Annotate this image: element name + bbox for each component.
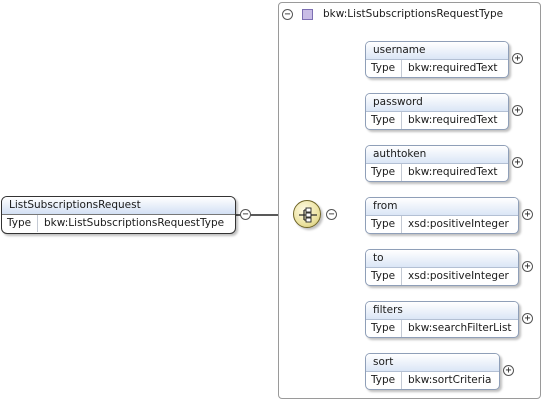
element-type-row: Type bkw:requiredText — [366, 164, 508, 181]
sequence-collapse-toggle[interactable]: − — [326, 209, 337, 220]
element-type-label: Type — [366, 60, 402, 77]
element-type-label: Type — [366, 320, 402, 337]
element-type-value: bkw:searchFilterList — [408, 322, 512, 334]
element-name: sort — [366, 354, 499, 372]
expand-filters-toggle[interactable]: + — [522, 313, 533, 324]
element-name: username — [366, 42, 508, 60]
sequence-glyph-icon — [299, 207, 317, 223]
expand-from-toggle[interactable]: + — [522, 209, 533, 220]
complex-type-title: bkw:ListSubscriptionsRequestType — [323, 8, 504, 20]
element-username[interactable]: username Type bkw:requiredText — [365, 41, 509, 78]
root-element-box[interactable]: ListSubscriptionsRequest Type bkw:ListSu… — [1, 196, 236, 234]
expand-username-toggle[interactable]: + — [512, 53, 523, 64]
element-type-value: xsd:positiveInteger — [408, 270, 509, 282]
element-name: filters — [366, 302, 518, 320]
root-type-label: Type — [2, 215, 38, 232]
expand-authtoken-toggle[interactable]: + — [512, 157, 523, 168]
element-type-value: bkw:requiredText — [408, 166, 498, 178]
element-type-row: Type bkw:sortCriteria — [366, 372, 499, 389]
element-name: to — [366, 250, 518, 268]
expand-password-toggle[interactable]: + — [512, 105, 523, 116]
element-type-label: Type — [366, 164, 402, 181]
element-password[interactable]: password Type bkw:requiredText — [365, 93, 509, 130]
element-type-row: Type xsd:positiveInteger — [366, 268, 518, 285]
element-filters[interactable]: filters Type bkw:searchFilterList — [365, 301, 519, 338]
root-element-name: ListSubscriptionsRequest — [2, 197, 235, 215]
root-element-type-row: Type bkw:ListSubscriptionsRequestType — [2, 215, 235, 232]
element-type-label: Type — [366, 268, 402, 285]
element-type-row: Type bkw:requiredText — [366, 112, 508, 129]
element-from[interactable]: from Type xsd:positiveInteger — [365, 197, 519, 234]
complex-type-header: bkw:ListSubscriptionsRequestType — [282, 3, 503, 25]
root-type-value: bkw:ListSubscriptionsRequestType — [44, 217, 225, 229]
complex-type-icon — [302, 8, 313, 20]
element-type-value: xsd:positiveInteger — [408, 218, 509, 230]
expand-to-toggle[interactable]: + — [522, 261, 533, 272]
element-type-label: Type — [366, 216, 402, 233]
element-authtoken[interactable]: authtoken Type bkw:requiredText — [365, 145, 509, 182]
element-type-value: bkw:sortCriteria — [408, 374, 492, 386]
element-name: authtoken — [366, 146, 508, 164]
element-to[interactable]: to Type xsd:positiveInteger — [365, 249, 519, 286]
element-type-row: Type bkw:searchFilterList — [366, 320, 518, 337]
expand-sort-toggle[interactable]: + — [503, 365, 514, 376]
element-type-label: Type — [366, 372, 402, 389]
element-type-value: bkw:requiredText — [408, 62, 498, 74]
element-type-label: Type — [366, 112, 402, 129]
root-element-collapse-toggle[interactable]: − — [240, 209, 251, 220]
element-name: from — [366, 198, 518, 216]
element-type-row: Type xsd:positiveInteger — [366, 216, 518, 233]
element-type-value: bkw:requiredText — [408, 114, 498, 126]
element-name: password — [366, 94, 508, 112]
element-type-row: Type bkw:requiredText — [366, 60, 508, 77]
element-sort[interactable]: sort Type bkw:sortCriteria — [365, 353, 500, 390]
sequence-compositor-icon[interactable] — [293, 200, 321, 228]
